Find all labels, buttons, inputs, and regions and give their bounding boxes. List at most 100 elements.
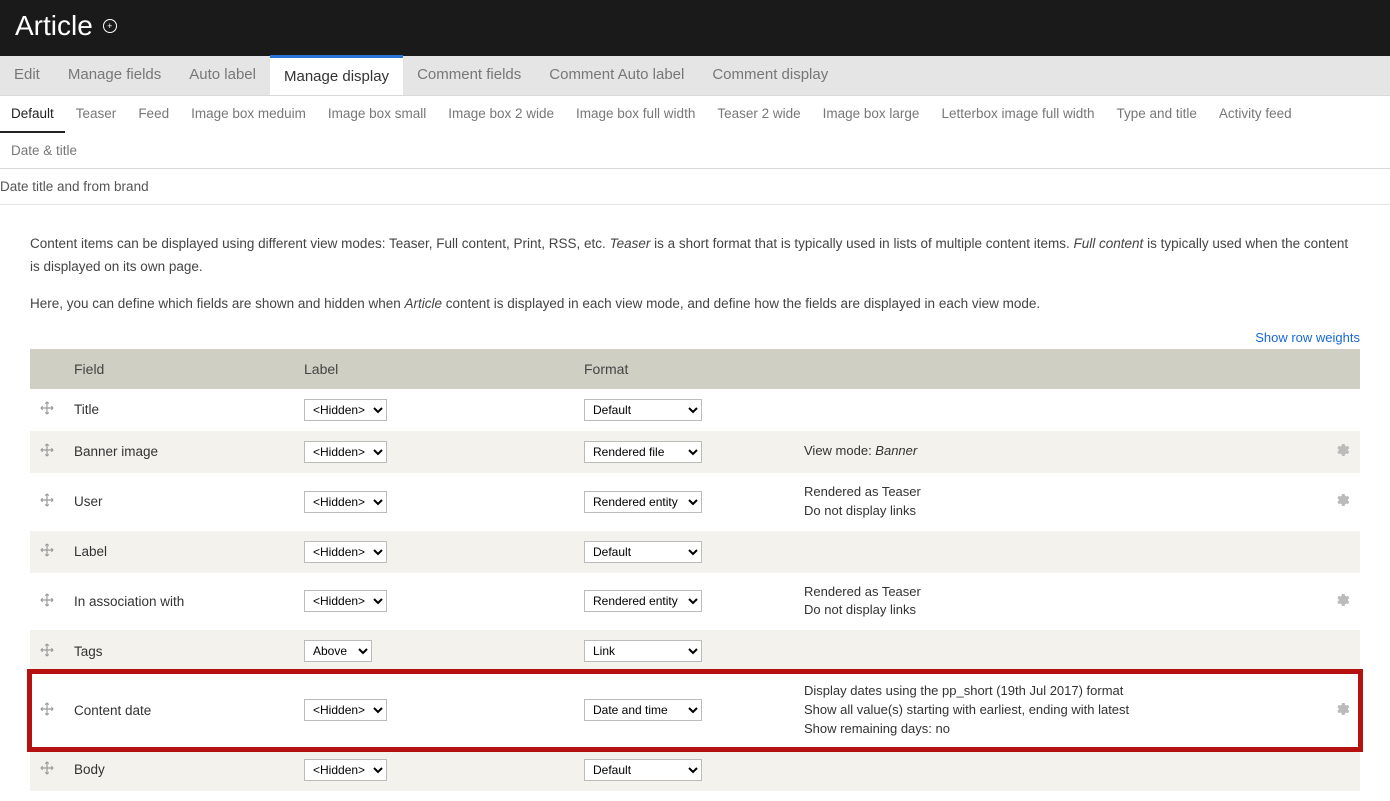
format-select[interactable]: Rendered entity xyxy=(584,491,702,513)
secondary-tab-3[interactable]: Image box meduim xyxy=(180,96,317,133)
field-name: Tags xyxy=(64,630,294,672)
label-select[interactable]: Above xyxy=(304,640,372,662)
label-cell: <Hidden> xyxy=(294,431,574,473)
primary-tab-0[interactable]: Edit xyxy=(0,56,54,95)
drag-handle[interactable] xyxy=(30,630,64,672)
secondary-tab-9[interactable]: Letterbox image full width xyxy=(930,96,1105,133)
secondary-tab-12[interactable]: Date & title xyxy=(0,133,88,168)
format-select[interactable]: Link xyxy=(584,640,702,662)
format-cell: Date and time xyxy=(574,672,794,749)
table-row: Content date<Hidden>Date and timeDisplay… xyxy=(30,672,1360,749)
intro-em-teaser: Teaser xyxy=(610,236,651,251)
table-row: In association with <Hidden> Rendered enti… xyxy=(30,573,1360,631)
secondary-tab-2[interactable]: Feed xyxy=(127,96,180,133)
primary-tab-6[interactable]: Comment display xyxy=(698,56,842,95)
settings-cell xyxy=(1324,531,1360,573)
secondary-tab-7[interactable]: Teaser 2 wide xyxy=(706,96,811,133)
settings-cell xyxy=(1324,672,1360,749)
drag-handle[interactable] xyxy=(30,473,64,531)
settings-cell xyxy=(1324,749,1360,791)
secondary-tab-6[interactable]: Image box full width xyxy=(565,96,706,133)
drag-handle[interactable] xyxy=(30,749,64,791)
table-row: Body <Hidden> Default xyxy=(30,749,1360,791)
format-cell: Default xyxy=(574,389,794,431)
col-field: Field xyxy=(64,349,294,389)
content-region: Content items can be displayed using dif… xyxy=(0,205,1390,801)
show-row-weights-link[interactable]: Show row weights xyxy=(1255,330,1360,345)
summary-cell xyxy=(794,389,1324,431)
field-name: Body xyxy=(64,749,294,791)
primary-tab-3[interactable]: Manage display xyxy=(270,55,403,95)
format-select[interactable]: Date and time xyxy=(584,699,702,721)
page-header: Article + xyxy=(0,0,1390,56)
secondary-tab-10[interactable]: Type and title xyxy=(1106,96,1208,133)
gear-icon[interactable] xyxy=(1334,442,1350,461)
summary-cell xyxy=(794,630,1324,672)
label-select[interactable]: <Hidden> xyxy=(304,759,387,781)
intro-paragraph-1: Content items can be displayed using dif… xyxy=(30,233,1360,279)
format-cell: Link xyxy=(574,630,794,672)
label-select[interactable]: <Hidden> xyxy=(304,441,387,463)
secondary-tab-11[interactable]: Activity feed xyxy=(1208,96,1303,133)
drag-handle[interactable] xyxy=(30,389,64,431)
summary-cell: Rendered as TeaserDo not display links xyxy=(794,573,1324,631)
drag-handle[interactable] xyxy=(30,573,64,631)
primary-tab-1[interactable]: Manage fields xyxy=(54,56,175,95)
table-row: User<Hidden>Rendered entityRendered as T… xyxy=(30,473,1360,531)
gear-icon[interactable] xyxy=(1334,701,1350,720)
secondary-tab-4[interactable]: Image box small xyxy=(317,96,437,133)
gear-icon[interactable] xyxy=(1334,592,1350,611)
show-row-weights-wrapper: Show row weights xyxy=(30,330,1360,345)
move-icon xyxy=(40,403,54,418)
move-icon xyxy=(40,545,54,560)
move-icon xyxy=(40,595,54,610)
label-select[interactable]: <Hidden> xyxy=(304,699,387,721)
move-icon xyxy=(40,763,54,778)
label-select[interactable]: <Hidden> xyxy=(304,541,387,563)
tertiary-tab-0[interactable]: Date title and from brand xyxy=(0,169,160,204)
summary-cell xyxy=(794,749,1324,791)
format-select[interactable]: Rendered entity xyxy=(584,590,702,612)
summary-cell: Rendered as TeaserDo not display links xyxy=(794,473,1324,531)
secondary-tab-1[interactable]: Teaser xyxy=(65,96,128,133)
display-fields-table: Field Label Format Title<Hidden>DefaultB… xyxy=(30,349,1360,791)
secondary-tab-5[interactable]: Image box 2 wide xyxy=(437,96,565,133)
table-row: Tags Above Link xyxy=(30,630,1360,672)
move-icon xyxy=(40,645,54,660)
drag-handle[interactable] xyxy=(30,672,64,749)
secondary-tab-8[interactable]: Image box large xyxy=(812,96,931,133)
format-cell: Rendered entity xyxy=(574,573,794,631)
drag-handle[interactable] xyxy=(30,531,64,573)
label-cell: <Hidden> xyxy=(294,672,574,749)
secondary-tab-0[interactable]: Default xyxy=(0,96,65,133)
format-cell: Default xyxy=(574,749,794,791)
drag-handle[interactable] xyxy=(30,431,64,473)
format-select[interactable]: Rendered file xyxy=(584,441,702,463)
intro-text: content is displayed in each view mode, … xyxy=(442,296,1040,311)
settings-cell xyxy=(1324,431,1360,473)
label-select[interactable]: <Hidden> xyxy=(304,590,387,612)
format-select[interactable]: Default xyxy=(584,399,702,421)
primary-tab-2[interactable]: Auto label xyxy=(175,56,270,95)
intro-text: is a short format that is typically used… xyxy=(650,236,1073,251)
primary-tab-5[interactable]: Comment Auto label xyxy=(535,56,698,95)
field-name: Banner image xyxy=(64,431,294,473)
label-select[interactable]: <Hidden> xyxy=(304,491,387,513)
table-row: Title<Hidden>Default xyxy=(30,389,1360,431)
label-cell: <Hidden> xyxy=(294,573,574,631)
gear-icon[interactable] xyxy=(1334,492,1350,511)
label-cell: <Hidden> xyxy=(294,531,574,573)
label-cell: Above xyxy=(294,630,574,672)
field-name: In association with xyxy=(64,573,294,631)
label-cell: <Hidden> xyxy=(294,389,574,431)
format-select[interactable]: Default xyxy=(584,759,702,781)
settings-cell xyxy=(1324,473,1360,531)
move-icon xyxy=(40,704,54,719)
field-name: Label xyxy=(64,531,294,573)
format-select[interactable]: Default xyxy=(584,541,702,563)
table-row: Banner image<Hidden>Rendered fileView mo… xyxy=(30,431,1360,473)
label-select[interactable]: <Hidden> xyxy=(304,399,387,421)
add-icon[interactable]: + xyxy=(103,19,117,33)
col-format: Format xyxy=(574,349,1360,389)
primary-tab-4[interactable]: Comment fields xyxy=(403,56,535,95)
